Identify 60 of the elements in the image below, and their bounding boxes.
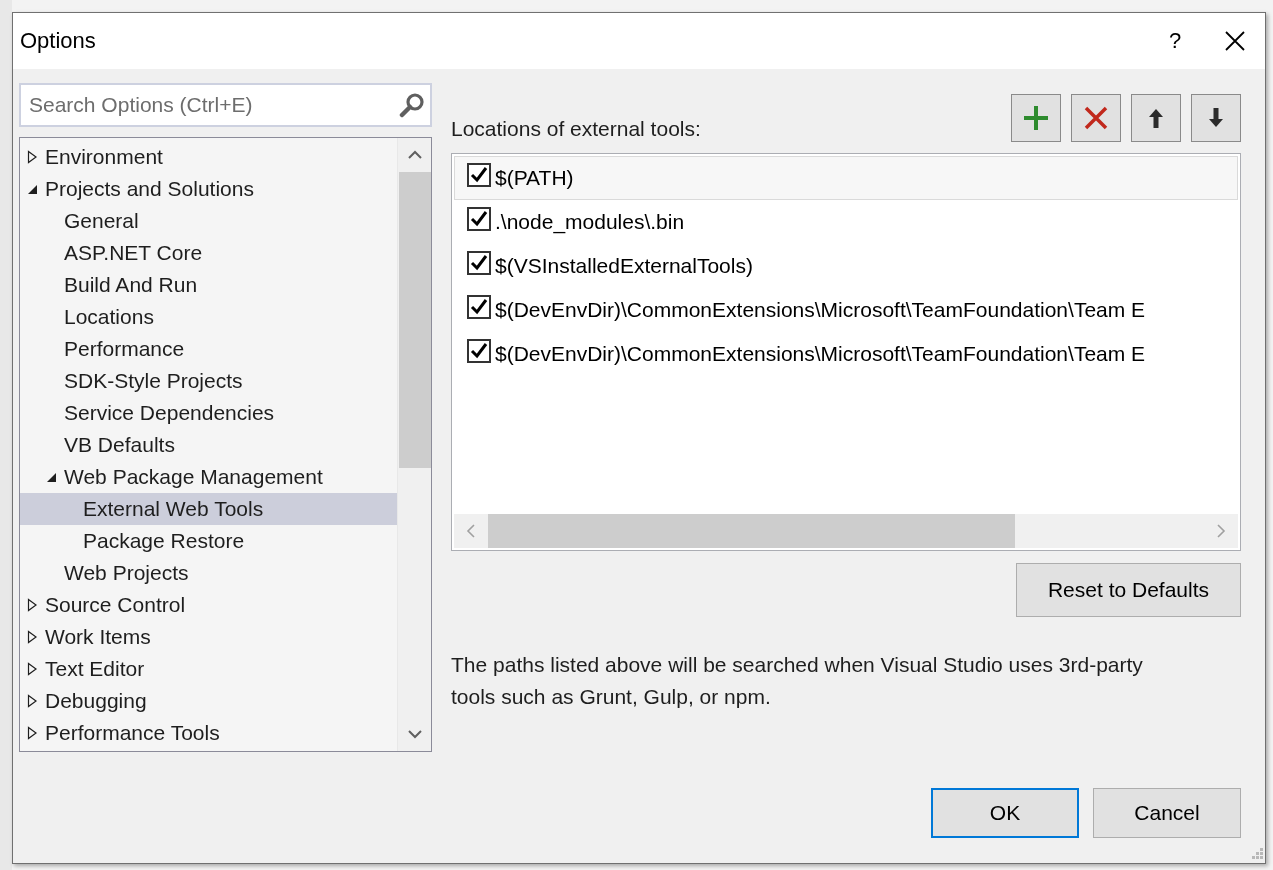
remove-button[interactable] [1071, 94, 1121, 142]
location-item[interactable]: $(PATH) [454, 156, 1238, 200]
down-arrow-icon [1208, 107, 1224, 129]
close-icon [1224, 30, 1246, 52]
help-button[interactable]: ? [1145, 13, 1205, 69]
tree-item[interactable]: General [20, 205, 397, 237]
vertical-scrollbar[interactable] [397, 138, 431, 751]
reset-button[interactable]: Reset to Defaults [1016, 563, 1241, 617]
scrollbar-thumb[interactable] [488, 514, 1015, 548]
search-icon [399, 92, 425, 118]
collapsed-arrow-icon[interactable] [26, 726, 38, 740]
checkbox[interactable] [467, 207, 491, 231]
checkbox[interactable] [467, 251, 491, 275]
scrollbar-thumb[interactable] [398, 172, 431, 468]
tree-item[interactable]: Web Projects [20, 557, 397, 589]
checkbox[interactable] [467, 339, 491, 363]
tree-item[interactable]: Performance [20, 333, 397, 365]
location-path: $(DevEnvDir)\CommonExtensions\Microsoft\TeamFoundation\Team E [495, 342, 1146, 366]
plus-icon [1022, 104, 1050, 132]
tree-item[interactable]: Work Items [20, 621, 397, 653]
x-icon [1084, 106, 1108, 130]
checkbox[interactable] [467, 163, 491, 187]
collapsed-arrow-icon[interactable] [26, 598, 38, 612]
horizontal-scrollbar[interactable] [454, 514, 1238, 548]
tree-item[interactable]: Build And Run [20, 269, 397, 301]
cancel-button[interactable]: Cancel [1093, 788, 1241, 838]
tree-item[interactable]: Text Editor [20, 653, 397, 685]
tree-item[interactable]: ASP.NET Core [20, 237, 397, 269]
tree-item[interactable]: Web Package Management [20, 461, 397, 493]
description-text: The paths listed above will be searched when Visual Studio uses 3rd-party tools such as Grunt, Gulp, or npm. [451, 652, 1144, 710]
up-arrow-icon [1148, 107, 1164, 129]
search-field[interactable]: Search Options (Ctrl+E) [19, 83, 432, 127]
location-path: .\node_modules\.bin [495, 210, 685, 234]
tree-item[interactable]: Service Dependencies [20, 397, 397, 429]
move-up-button[interactable] [1131, 94, 1181, 142]
tree-item[interactable]: Debugging [20, 685, 397, 717]
tree-item[interactable]: Package Restore [20, 525, 397, 557]
location-path: $(PATH) [495, 166, 574, 190]
tree-item[interactable]: SDK-Style Projects [20, 365, 397, 397]
scroll-down-icon[interactable] [407, 729, 422, 739]
list-label: Locations of external tools: [451, 117, 701, 141]
tree-item[interactable]: VB Defaults [20, 429, 397, 461]
tree-item[interactable]: Projects and Solutions [20, 173, 397, 205]
ok-button[interactable]: OK [931, 788, 1079, 838]
collapsed-arrow-icon[interactable] [26, 150, 38, 164]
location-path: $(DevEnvDir)\CommonExtensions\Microsoft\TeamFoundation\Team E [495, 298, 1146, 322]
tree-item[interactable]: Source Control [20, 589, 397, 621]
add-button[interactable] [1011, 94, 1061, 142]
tree-item[interactable]: Locations [20, 301, 397, 333]
collapsed-arrow-icon[interactable] [26, 694, 38, 708]
move-down-button[interactable] [1191, 94, 1241, 142]
window-title: Options [20, 28, 97, 54]
checkbox[interactable] [467, 295, 491, 319]
tree-item[interactable]: Environment [20, 141, 397, 173]
tree-item[interactable]: Performance Tools [20, 717, 397, 749]
collapsed-arrow-icon[interactable] [26, 630, 38, 644]
tree-item[interactable]: External Web Tools [20, 493, 397, 525]
collapsed-arrow-icon[interactable] [26, 662, 38, 676]
location-path: $(VSInstalledExternalTools) [495, 254, 753, 278]
scroll-up-icon[interactable] [407, 150, 422, 160]
